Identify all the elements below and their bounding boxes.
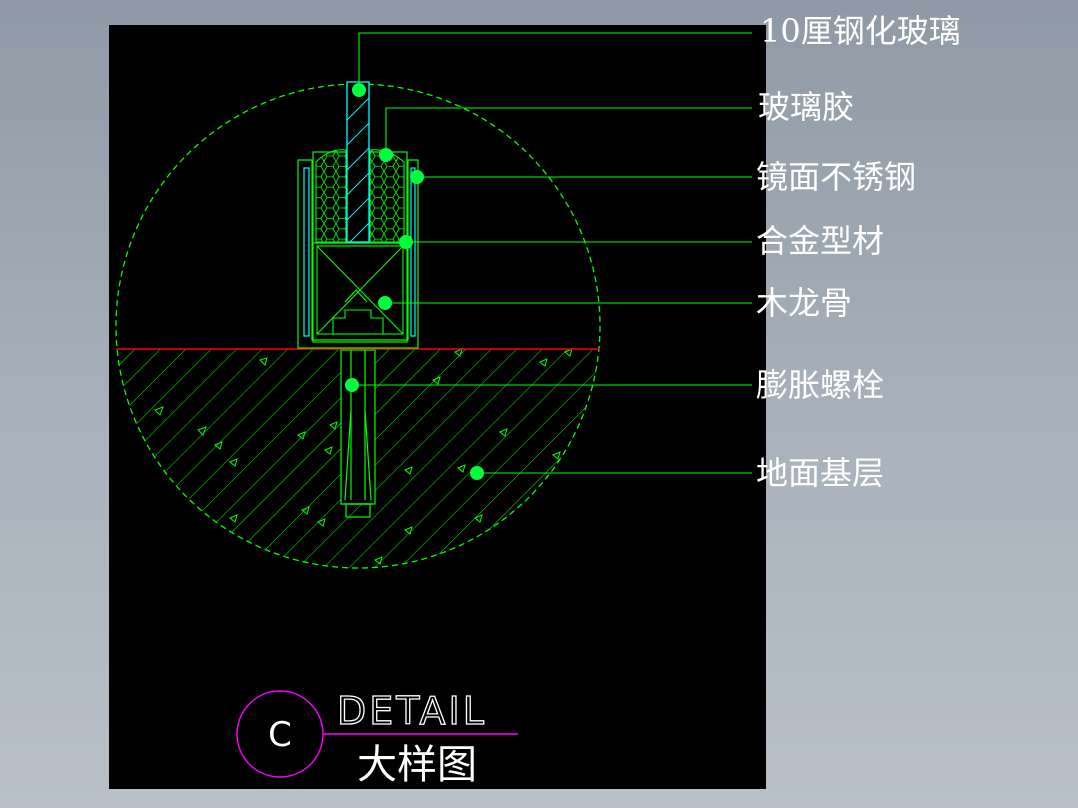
label-wood-keel: 木龙骨: [756, 284, 852, 322]
label-expansion-bolt: 膨胀螺栓: [756, 366, 884, 404]
marker-glass-glue: [379, 148, 393, 162]
label-tempered-glass: 10厘钢化玻璃: [760, 12, 961, 50]
title-letter: C: [268, 715, 292, 755]
marker-expansion-bolt: [345, 378, 359, 392]
label-alloy-profile: 合金型材: [756, 222, 884, 260]
label-glass-glue: 玻璃胶: [758, 88, 854, 126]
marker-ground-base: [470, 466, 484, 480]
label-ground-base: 地面基层: [756, 454, 884, 492]
marker-tempered-glass: [352, 83, 366, 97]
title-detail: DETAIL: [337, 689, 487, 733]
title-subtitle: 大样图: [357, 742, 477, 788]
tempered-glass-pane: [346, 81, 370, 243]
marker-mirror-steel: [410, 170, 424, 184]
marker-wood-keel: [378, 296, 392, 310]
cad-detail-drawing: 10厘钢化玻璃 玻璃胶 镜面不锈钢 合金型材 木龙骨 膨胀螺栓 地面基层 C D…: [109, 12, 961, 789]
label-mirror-steel: 镜面不锈钢: [756, 158, 916, 196]
marker-alloy-profile: [399, 235, 413, 249]
